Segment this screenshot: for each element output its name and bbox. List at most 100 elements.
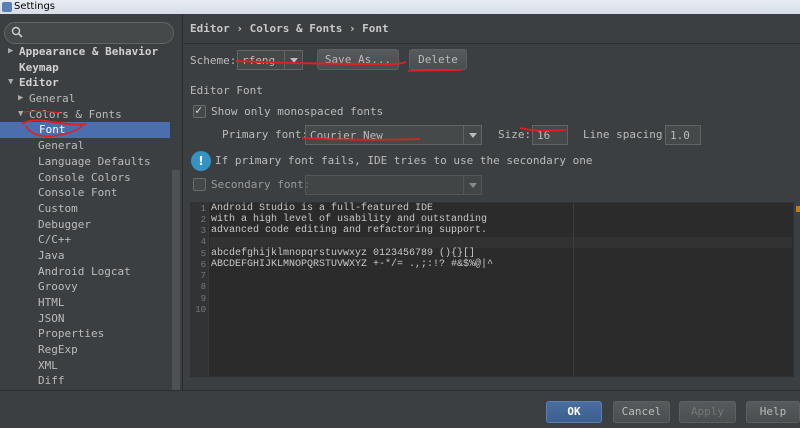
- breadcrumb: Editor › Colors & Fonts › Font: [190, 22, 389, 35]
- tree-item-groovy[interactable]: Groovy: [0, 279, 170, 295]
- delete-button[interactable]: Delete: [409, 49, 467, 70]
- tree-item-label: RegExp: [38, 343, 78, 357]
- caret-row-highlight: [210, 237, 792, 248]
- font-settings-panel: Editor › Colors & Fonts › Font Scheme: r…: [184, 14, 800, 390]
- scheme-value: rfeng: [242, 54, 276, 67]
- tree-expand-icon[interactable]: ▶: [8, 44, 13, 60]
- tree-item-console-colors[interactable]: Console Colors: [0, 170, 170, 186]
- tree-item-cf-general[interactable]: General: [0, 138, 170, 154]
- scheme-label: Scheme:: [190, 54, 237, 67]
- error-stripe-marker[interactable]: [796, 206, 800, 212]
- ok-button[interactable]: OK: [546, 401, 602, 423]
- tree-item-keymap[interactable]: Keymap: [0, 60, 170, 76]
- scheme-dropdown[interactable]: rfeng: [237, 50, 303, 70]
- tree-item-label: Font: [39, 123, 66, 137]
- secondary-font-label: Secondary font:: [211, 178, 311, 191]
- tree-item-label: C/C++: [38, 233, 72, 247]
- monospaced-only-label: Show only monospaced fonts: [211, 105, 384, 118]
- dialog-footer: OK Cancel Apply Help: [0, 390, 800, 428]
- line-number: 10: [195, 305, 206, 315]
- window-title: Settings: [14, 1, 56, 12]
- font-size-value: 16: [537, 129, 551, 142]
- line-spacing-label: Line spacing:: [583, 128, 670, 141]
- tree-item-label: Java: [38, 248, 65, 262]
- tree-collapse-icon[interactable]: ▼: [8, 75, 13, 91]
- font-size-input[interactable]: 16: [532, 125, 568, 145]
- save-as-button[interactable]: Save As...: [317, 49, 399, 70]
- secondary-font-checkbox[interactable]: [193, 178, 206, 191]
- tree-item-label: Properties: [38, 327, 105, 341]
- line-spacing-input[interactable]: 1.0: [665, 125, 701, 145]
- chevron-down-icon[interactable]: [463, 176, 481, 194]
- primary-font-value: Courier New: [310, 129, 383, 142]
- preview-line: with a high level of usability and outst…: [211, 214, 488, 225]
- settings-app-icon: [2, 2, 12, 12]
- settings-tree: ▶ Appearance & Behavior Keymap ▼ Editor …: [0, 44, 170, 389]
- font-preview-editor[interactable]: 1 2 3 4 5 6 7 8 9 10 Android Studio is a…: [190, 202, 794, 377]
- tree-expand-icon[interactable]: ▶: [18, 91, 23, 107]
- primary-font-label: Primary font:: [222, 128, 309, 141]
- apply-button[interactable]: Apply: [679, 401, 736, 423]
- tree-item-editor-general[interactable]: ▶ General: [0, 91, 170, 107]
- tree-item-label: Custom: [38, 201, 78, 215]
- tree-item-label: Editor: [19, 76, 59, 90]
- tree-collapse-icon[interactable]: ▼: [18, 107, 23, 123]
- tree-item-appearance-behavior[interactable]: ▶ Appearance & Behavior: [0, 44, 170, 60]
- line-number-gutter: 1 2 3 4 5 6 7 8 9 10: [191, 203, 209, 376]
- preview-line: abcdefghijklmnopqrstuvwxyz 0123456789 ()…: [211, 248, 476, 259]
- line-number: 1: [200, 204, 206, 214]
- tree-item-debugger[interactable]: Debugger: [0, 217, 170, 233]
- tree-item-properties[interactable]: Properties: [0, 326, 170, 342]
- fallback-info-text: If primary font fails, IDE tries to use …: [215, 154, 593, 167]
- tree-item-label: Android Logcat: [38, 264, 131, 278]
- settings-sidebar: ▶ Appearance & Behavior Keymap ▼ Editor …: [0, 14, 183, 392]
- tree-item-label: Language Defaults: [38, 154, 151, 168]
- monospaced-only-checkbox[interactable]: [193, 103, 206, 118]
- tree-item-html[interactable]: HTML: [0, 295, 170, 311]
- search-icon: [11, 26, 23, 38]
- line-number: 9: [200, 294, 206, 304]
- tree-item-label: General: [38, 139, 85, 153]
- chevron-down-icon[interactable]: [463, 126, 481, 144]
- line-spacing-value: 1.0: [670, 129, 690, 142]
- editor-font-section-title: Editor Font: [190, 84, 263, 97]
- tree-item-label: Appearance & Behavior: [19, 45, 159, 58]
- line-number: 2: [200, 215, 206, 225]
- cancel-button[interactable]: Cancel: [613, 401, 670, 423]
- tree-item-regexp[interactable]: RegExp: [0, 342, 170, 358]
- line-number: 8: [200, 282, 206, 292]
- line-number: 3: [200, 226, 206, 236]
- tree-item-custom[interactable]: Custom: [0, 201, 170, 217]
- chevron-down-icon[interactable]: [284, 51, 302, 69]
- tree-item-colors-fonts[interactable]: ▼ Colors & Fonts: [0, 107, 170, 123]
- tree-item-android-logcat[interactable]: Android Logcat: [0, 264, 170, 280]
- tree-item-editor[interactable]: ▼ Editor: [0, 75, 170, 91]
- tree-item-font[interactable]: Font: [0, 122, 170, 139]
- tree-item-label: Keymap: [19, 60, 59, 74]
- tree-item-language-defaults[interactable]: Language Defaults: [0, 154, 170, 170]
- sidebar-scrollbar[interactable]: [172, 170, 180, 392]
- tree-item-java[interactable]: Java: [0, 248, 170, 264]
- tree-item-json[interactable]: JSON: [0, 311, 170, 327]
- info-icon: !: [191, 151, 211, 171]
- tree-item-label: Console Colors: [38, 170, 131, 184]
- tree-item-console-font[interactable]: Console Font: [0, 185, 170, 201]
- preview-line: ABCDEFGHIJKLMNOPQRSTUVWXYZ +-*/= .,;:!? …: [211, 259, 494, 270]
- primary-font-dropdown[interactable]: Courier New: [305, 125, 482, 145]
- tree-item-label: Diff: [38, 374, 65, 388]
- secondary-font-dropdown[interactable]: [305, 175, 482, 195]
- line-number: 4: [200, 237, 206, 247]
- tree-item-label: JSON: [38, 311, 65, 325]
- tree-item-xml[interactable]: XML: [0, 358, 170, 374]
- tree-item-label: General: [29, 92, 76, 106]
- right-margin-guide: [573, 203, 574, 376]
- tree-item-label: XML: [38, 358, 58, 372]
- tree-item-c-cpp[interactable]: C/C++: [0, 232, 170, 248]
- header-divider: [184, 43, 800, 44]
- tree-item-diff[interactable]: Diff: [0, 373, 170, 389]
- tree-item-label: HTML: [38, 296, 65, 309]
- help-button[interactable]: Help: [746, 401, 800, 423]
- settings-search-field[interactable]: [4, 22, 174, 44]
- tree-item-label: Debugger: [38, 217, 91, 231]
- preview-line: advanced code editing and refactoring su…: [211, 225, 488, 236]
